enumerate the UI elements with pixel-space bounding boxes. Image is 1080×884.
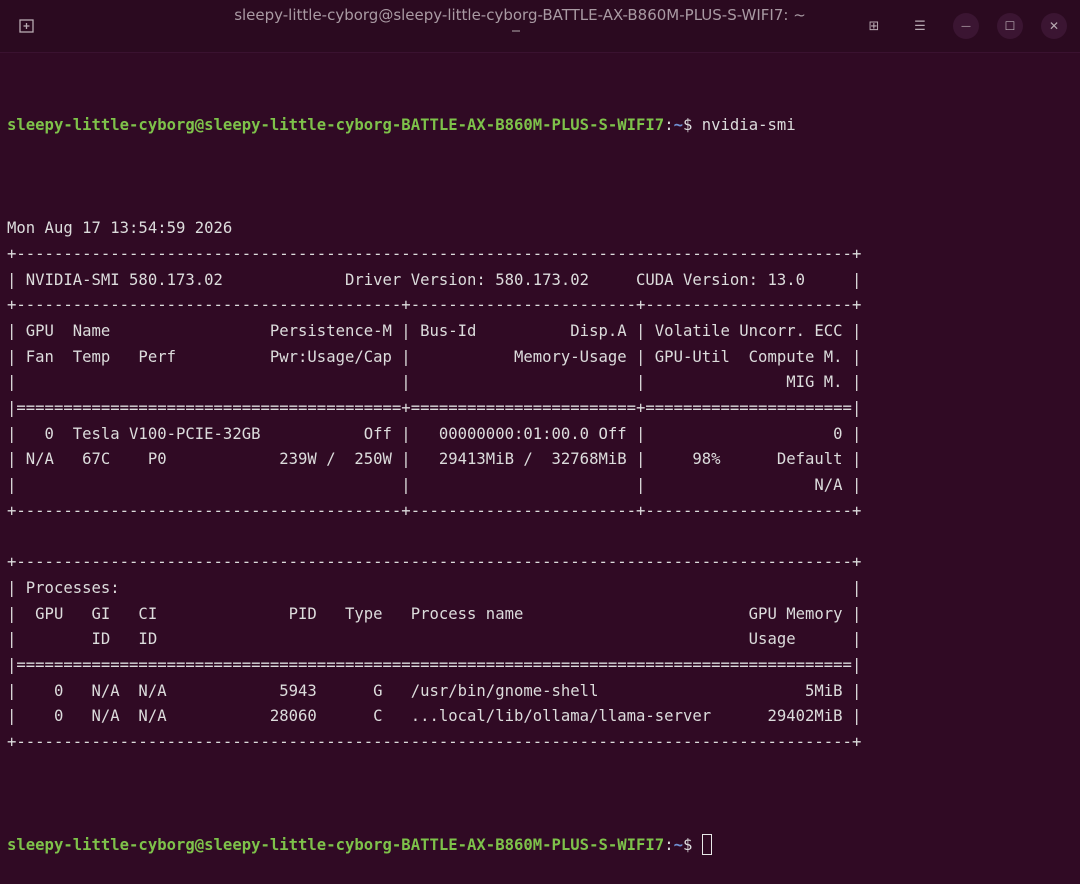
minimize-icon: — bbox=[961, 20, 971, 32]
output-line: |=======================================… bbox=[7, 655, 862, 674]
title-underline-mark bbox=[512, 30, 520, 32]
grid-icon[interactable]: ⊞ bbox=[861, 13, 887, 39]
prompt-user-host: sleepy-little-cyborg@sleepy-little-cybor… bbox=[7, 116, 665, 135]
prompt-symbol: $ bbox=[682, 116, 702, 135]
output-line: | 0 N/A N/A 5943 G /usr/bin/gnome-shell … bbox=[7, 681, 862, 700]
output-line: +---------------------------------------… bbox=[7, 501, 862, 520]
final-prompt-path: ~ bbox=[673, 835, 683, 854]
output-line: | Fan Temp Perf Pwr:Usage/Cap | Memory-U… bbox=[7, 347, 862, 366]
output-line: +---------------------------------------… bbox=[7, 553, 862, 572]
output-line: | N/A 67C P0 239W / 250W | 29413MiB / 32… bbox=[7, 450, 862, 469]
output-line: |=======================================… bbox=[7, 399, 862, 418]
title-bar: sleepy-little-cyborg@sleepy-little-cybor… bbox=[0, 0, 1080, 53]
output-line: +---------------------------------------… bbox=[7, 732, 862, 751]
final-prompt-line[interactable]: sleepy-little-cyborg@sleepy-little-cybor… bbox=[7, 833, 1073, 859]
menu-icon[interactable]: ☰ bbox=[907, 13, 933, 39]
maximize-icon: ☐ bbox=[1004, 19, 1016, 33]
output-line: | 0 Tesla V100-PCIE-32GB Off | 00000000:… bbox=[7, 424, 862, 443]
output-line: | GPU Name Persistence-M | Bus-Id Disp.A… bbox=[7, 321, 862, 340]
output-line: | ID ID Usage | bbox=[7, 630, 862, 649]
output-line: | Processes: | bbox=[7, 578, 862, 597]
command-prompt-line: sleepy-little-cyborg@sleepy-little-cybor… bbox=[7, 113, 1073, 139]
output-line: Mon Aug 17 13:54:59 2026 bbox=[7, 219, 233, 238]
final-prompt-user-host: sleepy-little-cyborg@sleepy-little-cybor… bbox=[7, 835, 665, 854]
maximize-button[interactable]: ☐ bbox=[997, 13, 1023, 39]
command-output: Mon Aug 17 13:54:59 2026 +---------------… bbox=[7, 216, 1073, 755]
prompt-path: ~ bbox=[673, 116, 683, 135]
output-line: +---------------------------------------… bbox=[7, 296, 862, 315]
window-title: sleepy-little-cyborg@sleepy-little-cybor… bbox=[234, 6, 806, 24]
final-prompt-symbol: $ bbox=[682, 835, 702, 854]
close-icon: ✕ bbox=[1048, 19, 1060, 33]
output-line: +---------------------------------------… bbox=[7, 244, 862, 263]
output-line: | | | MIG M. | bbox=[7, 373, 862, 392]
prompt-command: nvidia-smi bbox=[701, 116, 796, 135]
new-tab-icon[interactable] bbox=[18, 17, 36, 35]
output-line: | 0 N/A N/A 28060 C ...local/lib/ollama/… bbox=[7, 707, 862, 726]
final-prompt-separator: : bbox=[664, 835, 674, 854]
text-cursor bbox=[701, 833, 712, 855]
output-line: | GPU GI CI PID Type Process name GPU Me… bbox=[7, 604, 862, 623]
output-line: | | | N/A | bbox=[7, 476, 862, 495]
close-button[interactable]: ✕ bbox=[1041, 13, 1067, 39]
output-line: | NVIDIA-SMI 580.173.02 Driver Version: … bbox=[7, 270, 862, 289]
minimize-button[interactable]: — bbox=[953, 13, 979, 39]
terminal-output[interactable]: sleepy-little-cyborg@sleepy-little-cybor… bbox=[7, 62, 1073, 884]
prompt-separator: : bbox=[664, 116, 674, 135]
